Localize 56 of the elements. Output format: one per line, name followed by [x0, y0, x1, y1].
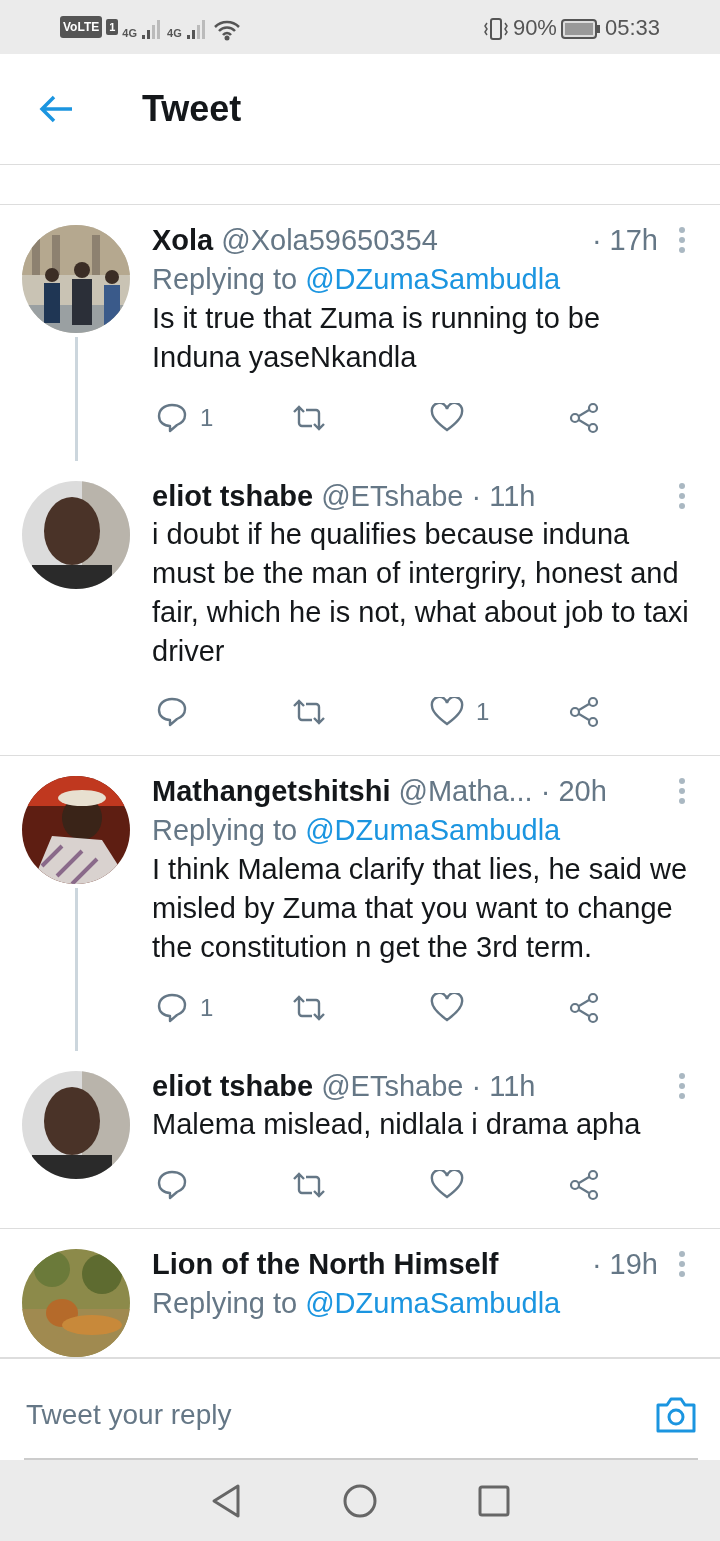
share-button[interactable] — [569, 992, 601, 1024]
like-count: 1 — [476, 697, 490, 727]
clock-time: 05:33 — [604, 13, 660, 42]
author-handle: @ETshabe — [321, 1069, 464, 1104]
sim-icon: 1 — [106, 18, 119, 36]
volte-icon: VoLTE — [60, 16, 103, 38]
mention-link[interactable]: @DZumaSambudla — [305, 263, 561, 295]
camera-button[interactable] — [654, 1395, 698, 1434]
reply-button[interactable] — [156, 992, 188, 1024]
author-name: eliot tshabe — [152, 1069, 314, 1104]
like-button[interactable] — [430, 697, 464, 727]
tweet-time: · 17h — [591, 223, 658, 258]
author-name: Xola — [152, 223, 214, 258]
like-button[interactable] — [430, 403, 464, 433]
network-label: 4G — [167, 25, 182, 41]
retweet-button[interactable] — [291, 1170, 327, 1200]
tweet-time: · 20h — [540, 774, 607, 809]
reply-button[interactable] — [156, 402, 188, 434]
author-handle: @ETshabe — [321, 479, 464, 514]
page-title: Tweet — [142, 87, 242, 131]
mention-link[interactable]: @DZumaSambudla — [305, 814, 561, 846]
tweet-time: · 19h — [591, 1247, 658, 1282]
replying-to-text: Replying to @DZumaSambudla — [152, 813, 562, 848]
like-button[interactable] — [430, 1170, 464, 1200]
tweet-text: Is it true that Zuma is running to be Induna yaseNkandla — [152, 301, 602, 375]
share-button[interactable] — [569, 402, 601, 434]
author-name: eliot tshabe — [152, 479, 314, 514]
back-icon[interactable] — [210, 1482, 242, 1519]
tweet-time: · 11h — [471, 1069, 536, 1104]
share-button[interactable] — [569, 696, 601, 728]
reply-button[interactable] — [156, 1169, 188, 1201]
recents-icon[interactable] — [478, 1484, 510, 1517]
like-button[interactable] — [430, 993, 464, 1023]
reply-button[interactable] — [156, 696, 188, 728]
tweet-text: i doubt if he qualifies because induna must be the man of intergriry, honest and fair, which he is not, what about job to taxi driver — [152, 517, 690, 669]
retweet-button[interactable] — [291, 697, 327, 727]
replying-to-text: Replying to @DZumaSambudla — [152, 1286, 562, 1321]
network-label: 4G — [122, 25, 138, 41]
mention-link[interactable]: @DZumaSambudla — [305, 1287, 561, 1319]
author-name: Lion of the North Himself — [152, 1247, 499, 1282]
back-button[interactable] — [38, 94, 74, 124]
retweet-button[interactable] — [291, 993, 327, 1023]
author-handle: @Xola59650354 — [221, 223, 438, 258]
home-icon[interactable] — [342, 1482, 378, 1519]
reply-input-field[interactable]: Tweet your reply — [24, 1392, 654, 1437]
reply-count: 1 — [200, 403, 214, 433]
replying-to-text: Replying to @DZumaSambudla — [152, 262, 562, 297]
reply-count: 1 — [200, 993, 214, 1023]
tweet-text: Malema mislead, nidlala i drama apha — [152, 1107, 642, 1142]
retweet-button[interactable] — [291, 403, 327, 433]
tweet-time: · 11h — [471, 479, 536, 514]
author-handle: @Matha... — [398, 774, 533, 809]
share-button[interactable] — [569, 1169, 601, 1201]
battery-percent: 90% — [512, 13, 557, 42]
tweet-text: I think Malema clarify that lies, he said we misled by Zuma that you want to change the constitution n get the 3rd term. — [152, 852, 689, 965]
author-name: Mathangetshitshi — [152, 774, 391, 809]
